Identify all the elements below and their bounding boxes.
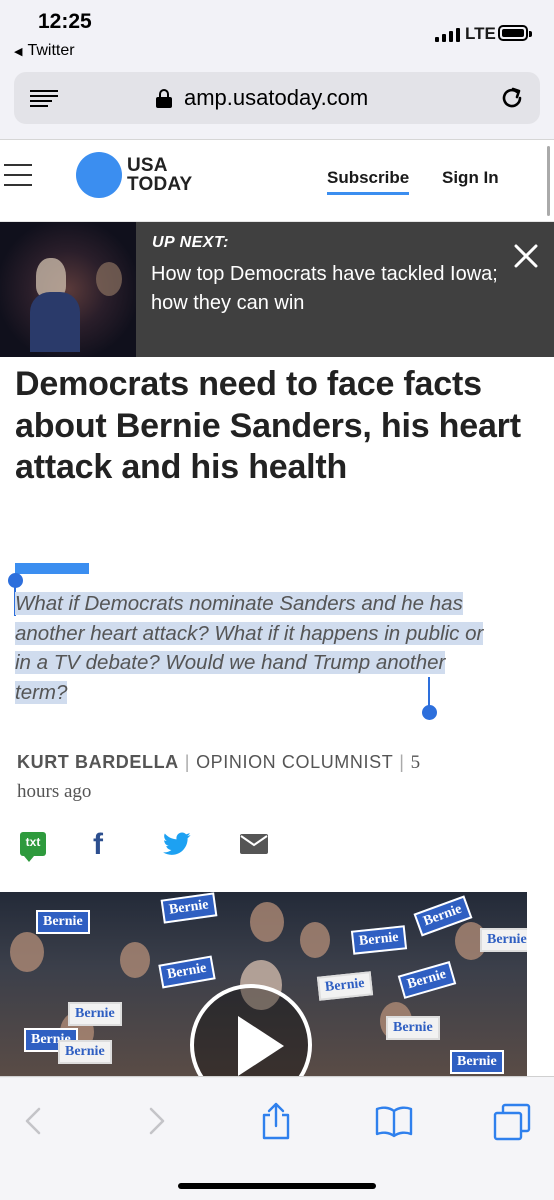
byline: KURT BARDELLA | OPINION COLUMNIST | 5 hours … [17,752,421,802]
menu-icon[interactable] [4,164,32,188]
video-sign: Bernie [158,955,216,989]
reload-icon[interactable] [498,84,526,112]
reader-view-icon[interactable] [30,90,62,108]
video-sign: Bernie [58,1040,112,1064]
article-video[interactable]: Bernie Bernie Bernie Bernie Bernie Berni… [0,892,527,1078]
up-next-thumbnail[interactable] [0,222,136,357]
selection-end-handle[interactable] [422,677,437,721]
address-bar[interactable]: amp.usatoday.com [14,72,540,124]
logo-line1: USA [127,155,168,176]
time-ago-number: 5 [410,752,421,773]
video-sign: Bernie [316,971,373,1001]
time-ago-text: hours ago [17,781,92,802]
back-triangle-icon: ◀ [14,46,23,58]
author-role: OPINION COLUMNIST [196,752,394,772]
tabs-icon[interactable] [492,1101,532,1141]
facebook-share-icon[interactable]: f [93,828,103,862]
home-indicator[interactable] [178,1183,376,1189]
sms-share-icon[interactable]: txt [20,832,46,862]
video-sign: Bernie [160,892,218,924]
article-headline: Democrats need to face facts about Berni… [15,365,521,486]
up-next-banner[interactable]: UP NEXT: How top Democrats have tackled … [0,222,554,357]
usa-today-logo-dot[interactable] [76,152,122,198]
video-sign: Bernie [397,961,456,999]
usa-today-logo-text[interactable]: USA TODAY [127,156,192,194]
video-sign: Bernie [68,1002,122,1026]
back-icon[interactable] [14,1101,54,1141]
site-header: USA TODAY Subscribe Sign In [0,140,554,222]
browser-address-area: amp.usatoday.com [0,64,554,140]
email-share-icon[interactable] [240,834,268,854]
lock-icon [156,89,172,108]
quote-accent-bar [15,563,89,574]
forward-icon[interactable] [136,1101,176,1141]
battery-icon [498,25,532,41]
video-sign: Bernie [386,1016,440,1040]
video-sign: Bernie [36,910,90,934]
scroll-indicator [547,146,550,216]
up-next-title[interactable]: How top Democrats have tackled Iowa; how… [151,260,511,318]
status-bar: 12:25 ◀ Twitter LTE [0,0,554,64]
video-play-button[interactable] [190,984,312,1078]
browser-toolbar [0,1076,554,1200]
cellular-signal-icon [435,26,460,42]
subscribe-link[interactable]: Subscribe [327,168,410,195]
back-app-label: Twitter [27,42,75,59]
back-to-app-link[interactable]: ◀ Twitter [14,42,75,60]
logo-line2: TODAY [127,174,193,195]
network-type: LTE [465,24,496,43]
share-icon[interactable] [256,1101,296,1141]
clock: 12:25 [38,10,92,33]
video-sign: Bernie [350,925,407,955]
close-icon[interactable] [512,242,540,270]
bookmarks-icon[interactable] [374,1101,414,1141]
author-name[interactable]: KURT BARDELLA [17,752,179,772]
up-next-label: UP NEXT: [152,234,229,251]
url-text[interactable]: amp.usatoday.com [184,85,368,111]
play-icon [238,1016,284,1076]
sign-in-link[interactable]: Sign In [442,168,499,188]
article-pull-quote[interactable]: What if Democrats nominate Sanders and h… [15,589,485,707]
video-sign: Bernie [480,928,527,952]
twitter-share-icon[interactable] [163,831,191,857]
video-sign: Bernie [450,1050,504,1074]
selection-start-handle[interactable] [8,573,23,616]
selected-quote-text: What if Democrats nominate Sanders and h… [15,592,484,704]
